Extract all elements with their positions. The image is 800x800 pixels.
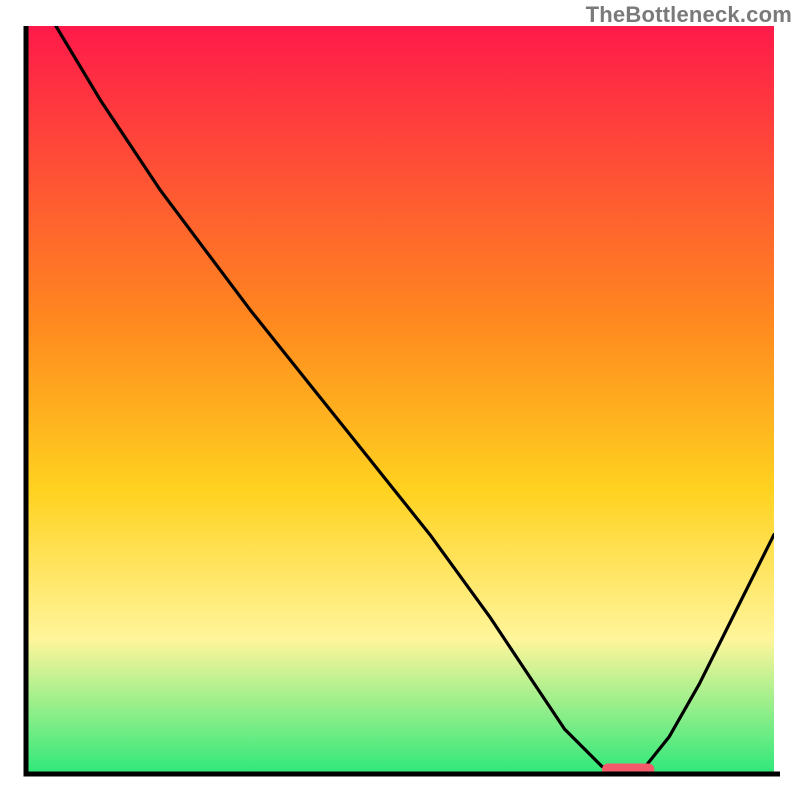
chart-container: TheBottleneck.com — [0, 0, 800, 800]
plot-svg — [20, 26, 780, 786]
plot-area — [20, 26, 780, 786]
gradient-background — [26, 26, 774, 774]
watermark-text: TheBottleneck.com — [586, 2, 792, 28]
